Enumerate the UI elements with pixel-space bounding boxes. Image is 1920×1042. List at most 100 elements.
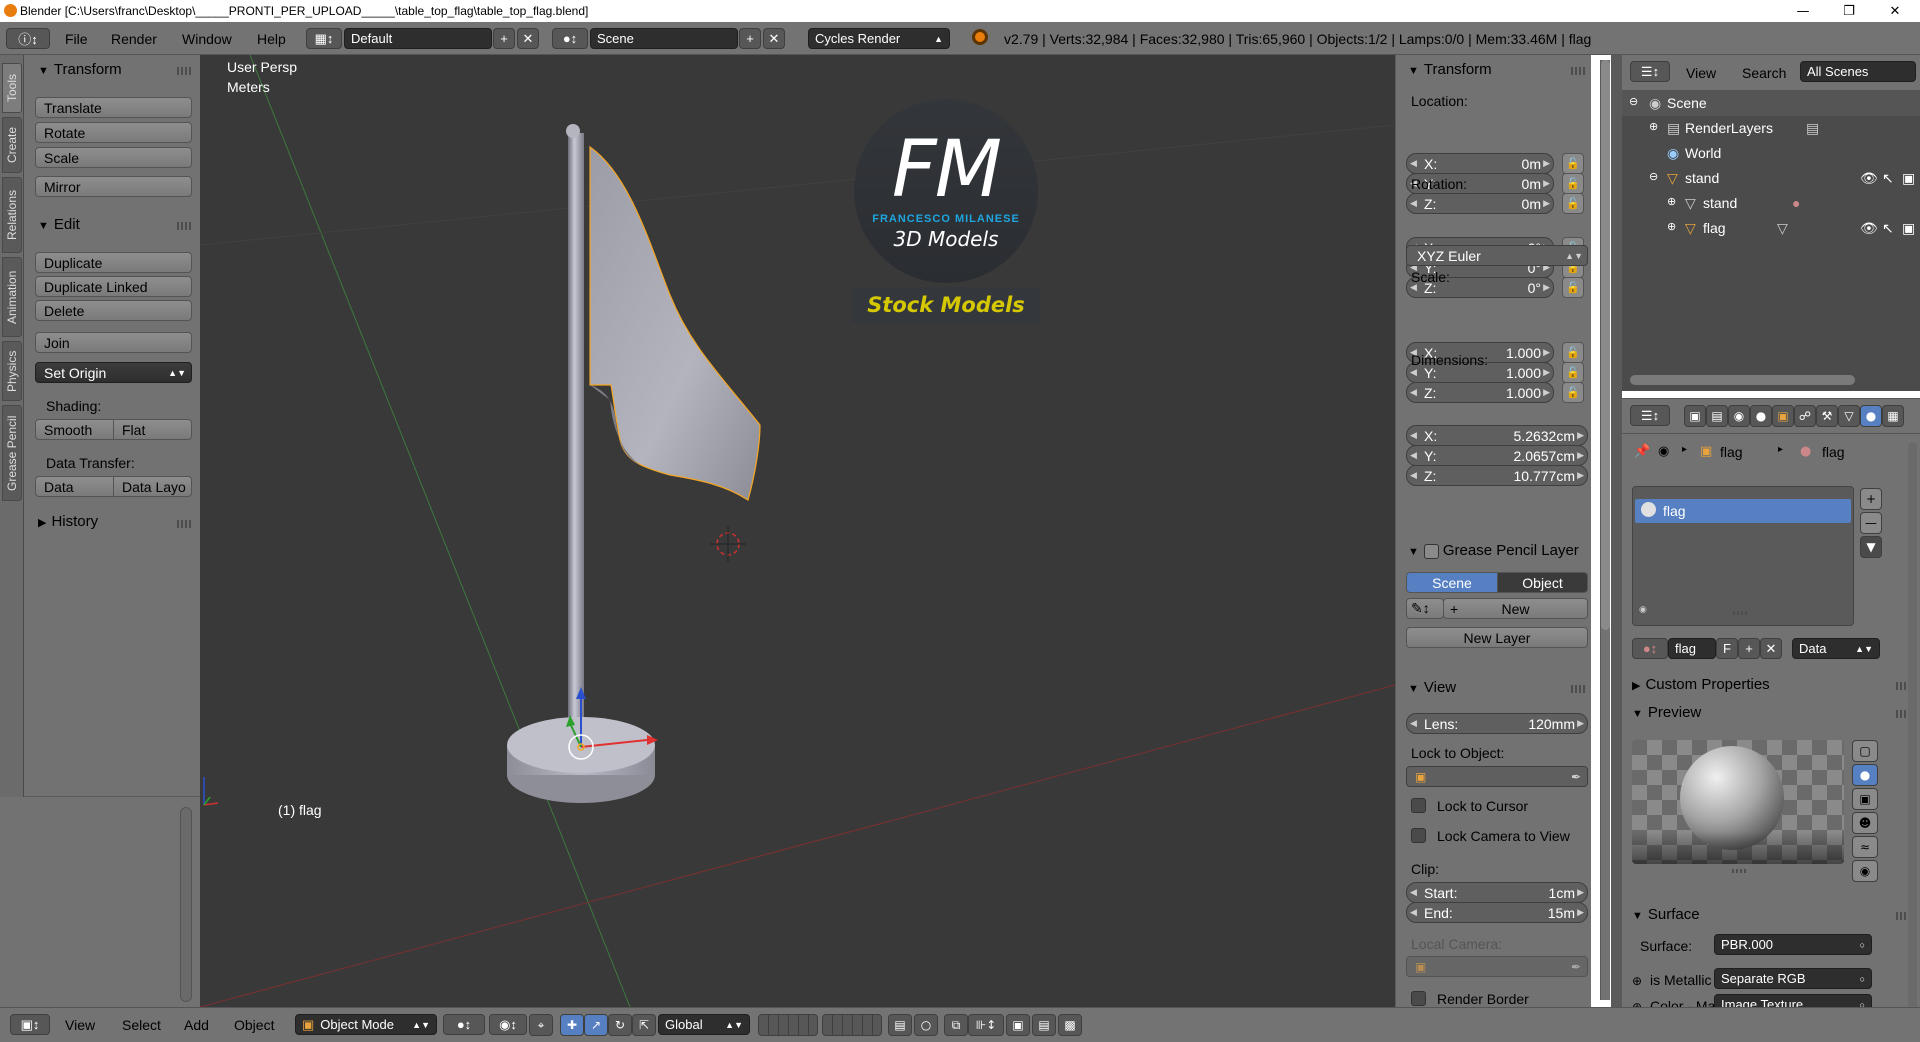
- unlink-material-button[interactable]: ✕: [1760, 638, 1782, 659]
- layout-browse-button[interactable]: ▦↕: [306, 28, 342, 49]
- gp-browse-button[interactable]: ✎↕: [1406, 598, 1444, 619]
- scale-button[interactable]: Scale: [35, 147, 192, 168]
- properties-scrollbar[interactable]: [1908, 442, 1917, 1042]
- menu-select[interactable]: Select: [122, 1017, 161, 1033]
- n-panel-scrollbar[interactable]: [1601, 60, 1610, 630]
- surface-header[interactable]: ▼ Surface: [1632, 906, 1700, 923]
- opengl-animation-icon[interactable]: ▤: [1032, 1014, 1056, 1036]
- drag-grip-icon[interactable]: [177, 520, 191, 528]
- lock-icon[interactable]: 🔓: [1562, 382, 1584, 403]
- menu-help[interactable]: Help: [257, 31, 286, 47]
- add-layout-button[interactable]: +: [493, 28, 515, 49]
- eye-icon[interactable]: 👁: [1860, 220, 1878, 237]
- lock-icon[interactable]: 🔓: [1562, 277, 1584, 298]
- outliner-menu-view[interactable]: View: [1686, 65, 1716, 81]
- eye-icon[interactable]: 👁: [1860, 170, 1878, 187]
- opengl-render-icon[interactable]: ▣: [1006, 1014, 1030, 1036]
- add-slot-button[interactable]: +: [1860, 488, 1882, 510]
- eyedropper-icon[interactable]: ✒: [1571, 770, 1581, 784]
- pivot-point-select[interactable]: ◉↕: [489, 1014, 527, 1035]
- surface-shader-select[interactable]: PBR.000 ○: [1714, 934, 1872, 955]
- n-transform-header[interactable]: ▼ Transform: [1408, 61, 1492, 78]
- outliner-menu-search[interactable]: Search: [1742, 65, 1786, 81]
- render-border-checkbox[interactable]: [1411, 991, 1426, 1006]
- scene-tab-icon[interactable]: ◉: [1728, 405, 1750, 427]
- gp-new-layer-button[interactable]: New Layer: [1406, 627, 1588, 648]
- remove-slot-button[interactable]: —: [1860, 512, 1882, 534]
- layout-name-field[interactable]: Default: [344, 28, 492, 49]
- add-scene-button[interactable]: +: [739, 28, 761, 49]
- edit-panel-header[interactable]: ▼ Edit: [38, 216, 80, 233]
- preview-hair-icon[interactable]: ≈: [1852, 836, 1878, 858]
- layers-grid-a[interactable]: [758, 1014, 818, 1036]
- collapse-toggle-icon[interactable]: ⊖: [1629, 95, 1638, 108]
- custom-properties-header[interactable]: ▶ Custom Properties: [1632, 676, 1770, 693]
- preview-world-icon[interactable]: ◉: [1852, 860, 1878, 882]
- scale-manipulator-icon[interactable]: ⇱: [632, 1014, 656, 1036]
- history-panel-header[interactable]: ▶ History: [38, 513, 98, 530]
- menu-add[interactable]: Add: [184, 1017, 209, 1033]
- render-tab-icon[interactable]: ▣: [1684, 405, 1706, 427]
- duplicate-button[interactable]: Duplicate: [35, 252, 192, 273]
- join-button[interactable]: Join: [35, 332, 192, 353]
- lens-field[interactable]: ◀ Lens: 120mm ▶: [1406, 713, 1588, 734]
- tab-tools[interactable]: Tools: [2, 63, 22, 113]
- lock-icon[interactable]: 🔓: [1562, 193, 1584, 214]
- expand-toggle-icon[interactable]: ⊕: [1667, 195, 1676, 208]
- flat-button[interactable]: Flat: [113, 419, 192, 440]
- dimension-x-field[interactable]: ◀ X: 5.2632cm ▶: [1406, 425, 1588, 446]
- texture-tab-icon[interactable]: ▦: [1882, 405, 1904, 427]
- list-resize-grip[interactable]: [1733, 611, 1749, 615]
- menu-view[interactable]: View: [65, 1017, 95, 1033]
- delete-button[interactable]: Delete: [35, 300, 192, 321]
- object-tab-icon[interactable]: ▣: [1772, 405, 1794, 427]
- metallic-input-select[interactable]: Separate RGB ○: [1714, 968, 1872, 989]
- lock-icon[interactable]: 🔓: [1562, 342, 1584, 363]
- gp-object-toggle[interactable]: Object: [1497, 572, 1588, 593]
- list-handle-icon[interactable]: ◉: [1639, 605, 1647, 615]
- scale-z-field[interactable]: ◀ Z: 1.000 ▶: [1406, 382, 1554, 403]
- pin-icon[interactable]: 📌: [1634, 444, 1650, 459]
- drag-grip-icon[interactable]: [177, 67, 191, 75]
- info-editor-type-button[interactable]: ⓘ↕: [6, 28, 50, 49]
- transform-panel-header[interactable]: ▼ Transform: [38, 61, 122, 78]
- menu-object[interactable]: Object: [234, 1017, 274, 1033]
- tab-relations[interactable]: Relations: [2, 177, 22, 253]
- drag-grip-icon[interactable]: [1571, 67, 1585, 75]
- properties-editor-type-button[interactable]: ☰↕: [1630, 405, 1670, 426]
- material-browse-button[interactable]: ●↕: [1632, 638, 1668, 659]
- preview-sphere-icon[interactable]: ●: [1852, 764, 1878, 786]
- manipulator-toggle-icon[interactable]: ✚: [560, 1014, 584, 1036]
- new-material-button[interactable]: +: [1738, 638, 1760, 659]
- rotate-manipulator-icon[interactable]: ↻: [608, 1014, 632, 1036]
- render-engine-select[interactable]: Cycles Render ▲: [808, 28, 950, 49]
- drag-grip-icon[interactable]: [177, 222, 191, 230]
- fake-user-button[interactable]: F: [1716, 638, 1738, 659]
- data-layout-button[interactable]: Data Layo: [113, 476, 192, 497]
- outliner-filter-select[interactable]: All Scenes: [1800, 61, 1916, 82]
- checkbox-checked-icon[interactable]: [1423, 543, 1439, 559]
- minimize-button[interactable]: —: [1780, 0, 1826, 22]
- render-icon[interactable]: ▩: [1058, 1014, 1082, 1036]
- gp-new-button[interactable]: + New: [1443, 598, 1588, 619]
- slot-specials-button[interactable]: ▼: [1860, 536, 1882, 558]
- camera-render-icon[interactable]: ▣: [1902, 170, 1915, 187]
- outliner-row-renderlayers[interactable]: ⊕ ▤ RenderLayers ▤: [1622, 116, 1920, 141]
- data-tab-icon[interactable]: ▽: [1838, 405, 1860, 427]
- expand-toggle-icon[interactable]: ⊕: [1649, 120, 1658, 133]
- cursor-select-icon[interactable]: ↖: [1882, 170, 1894, 187]
- snap-element-select[interactable]: ⊪↕: [968, 1014, 1004, 1036]
- translate-button[interactable]: Translate: [35, 97, 192, 118]
- expand-toggle-icon[interactable]: ⊕: [1667, 220, 1676, 233]
- scrollbar[interactable]: [180, 807, 192, 1002]
- eyedropper-icon[interactable]: ✒: [1571, 960, 1581, 974]
- outliner-editor-type-button[interactable]: ☰↕: [1630, 61, 1670, 82]
- rotation-mode-select[interactable]: XYZ Euler ▲▼: [1406, 245, 1588, 266]
- clip-end-field[interactable]: ◀ End: 15m ▶: [1406, 902, 1588, 923]
- transform-orientation-select[interactable]: Global ▲▼: [658, 1014, 750, 1035]
- cursor-select-icon[interactable]: ↖: [1882, 220, 1894, 237]
- menu-render[interactable]: Render: [111, 31, 157, 47]
- delete-layout-button[interactable]: ✕: [517, 28, 539, 49]
- world-tab-icon[interactable]: ●: [1750, 405, 1772, 427]
- outliner-hscrollbar[interactable]: [1630, 375, 1855, 385]
